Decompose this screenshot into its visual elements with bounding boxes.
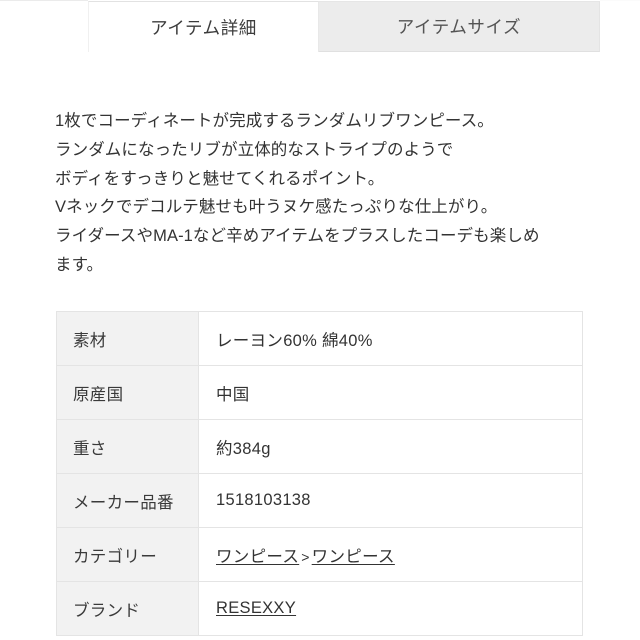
table-row: 重さ 約384g bbox=[56, 419, 583, 474]
tab-bar-rule-right bbox=[600, 0, 640, 1]
tab-item-size-label: アイテムサイズ bbox=[396, 17, 522, 37]
spec-value-brand: RESEXXY bbox=[198, 581, 583, 636]
description-line: ボディをすっきりと魅せてくれるポイント。 bbox=[55, 169, 385, 188]
spec-value-origin: 中国 bbox=[198, 365, 583, 420]
table-row: ブランド RESEXXY bbox=[56, 581, 583, 636]
spec-value-weight: 約384g bbox=[198, 419, 583, 474]
description-line: Vネックでデコルテ魅せも叶うヌケ感たっぷりな仕上がり。 bbox=[55, 198, 498, 217]
spec-label-material: 素材 bbox=[56, 311, 199, 366]
spec-label-origin: 原産国 bbox=[56, 365, 199, 420]
item-spec-table: 素材 レーヨン60% 綿40% 原産国 中国 重さ 約384g メーカー品番 1… bbox=[56, 311, 583, 636]
table-row: メーカー品番 1518103138 bbox=[56, 473, 583, 528]
spec-value-maker-code: 1518103138 bbox=[198, 473, 583, 528]
tab-item-detail[interactable]: アイテム詳細 bbox=[88, 1, 319, 52]
category-separator: > bbox=[301, 548, 310, 565]
spec-label-maker-code: メーカー品番 bbox=[56, 473, 199, 528]
description-line: 1枚でコーディネートが完成するランダムリブワンピース。 bbox=[55, 112, 494, 130]
spec-label-weight: 重さ bbox=[56, 419, 199, 474]
description-line: ライダースやMA-1など辛めアイテムをプラスしたコーデも楽しめ bbox=[55, 227, 540, 246]
table-row: カテゴリー ワンピース > ワンピース bbox=[56, 527, 583, 582]
description-line: ます。 bbox=[55, 255, 104, 274]
table-row: 素材 レーヨン60% 綿40% bbox=[56, 311, 583, 366]
table-row: 原産国 中国 bbox=[56, 365, 583, 420]
category-link-parent[interactable]: ワンピース bbox=[216, 548, 299, 566]
tab-bar-rule-left bbox=[0, 0, 88, 1]
spec-label-brand: ブランド bbox=[56, 581, 199, 636]
spec-value-category: ワンピース > ワンピース bbox=[198, 527, 583, 582]
spec-value-material: レーヨン60% 綿40% bbox=[198, 311, 583, 366]
category-link-child[interactable]: ワンピース bbox=[312, 548, 395, 566]
tab-item-detail-label: アイテム詳細 bbox=[150, 17, 257, 38]
tab-item-size[interactable]: アイテムサイズ bbox=[319, 1, 600, 52]
brand-link[interactable]: RESEXXY bbox=[216, 599, 296, 617]
spec-label-category: カテゴリー bbox=[56, 527, 199, 582]
item-tab-bar: アイテム詳細 アイテムサイズ bbox=[0, 0, 640, 53]
item-description: 1枚でコーディネートが完成するランダムリブワンピース。 ランダムになったリブが立… bbox=[55, 107, 615, 280]
description-line: ランダムになったリブが立体的なストライプのようで bbox=[55, 140, 454, 159]
